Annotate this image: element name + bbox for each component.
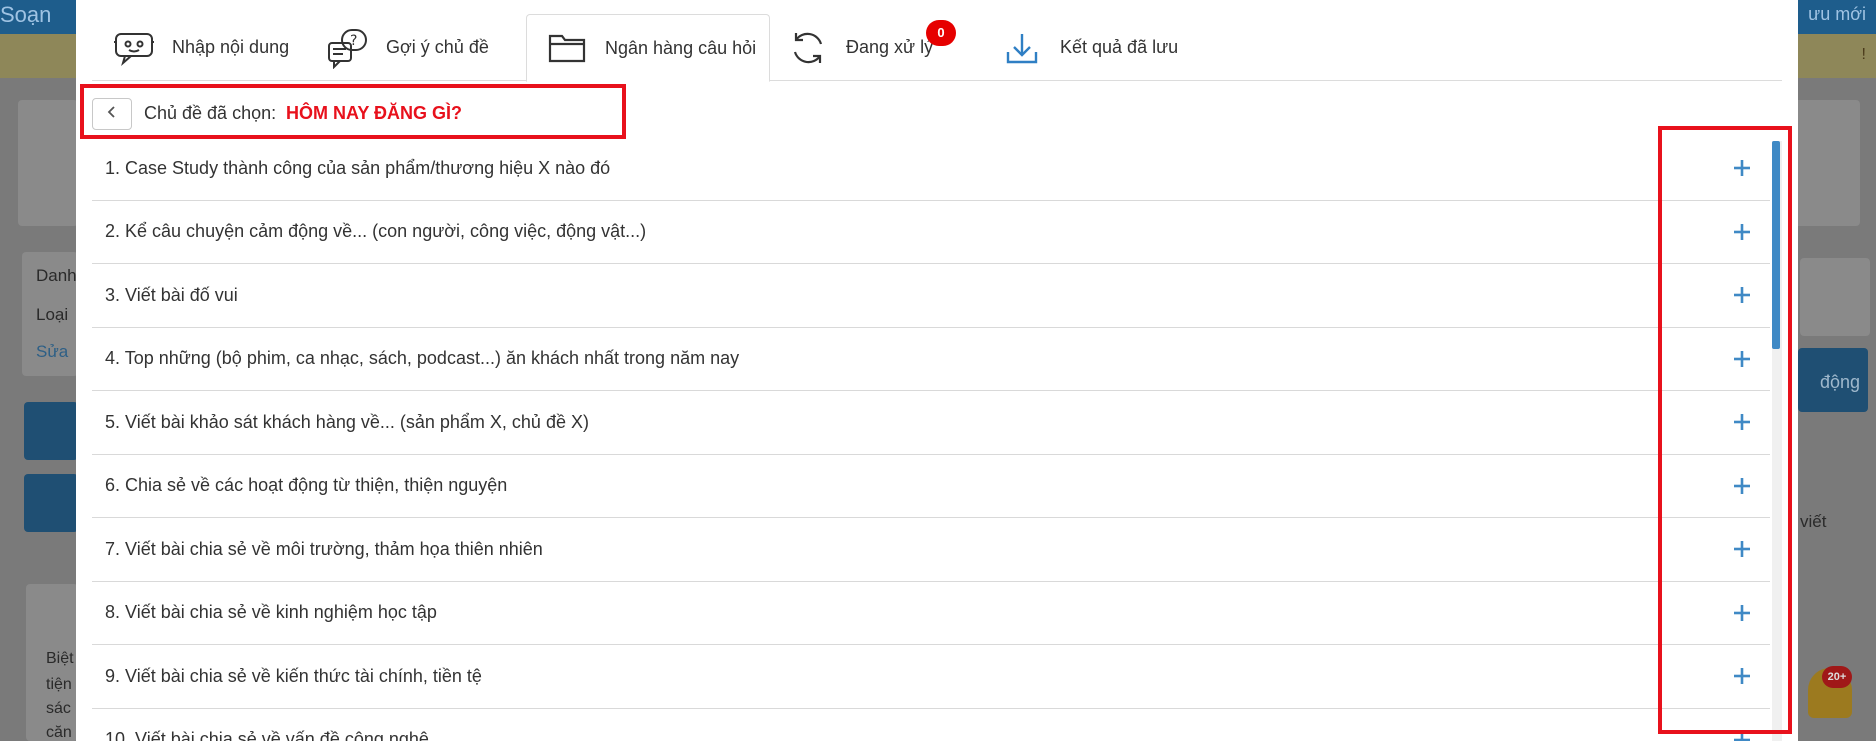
question-item[interactable]: 4. Top những (bộ phim, ca nhạc, sách, po…: [92, 328, 1770, 391]
add-question-button[interactable]: [1728, 599, 1756, 627]
question-text: 3. Viết bài đố vui: [105, 284, 238, 305]
add-question-button[interactable]: [1728, 408, 1756, 436]
question-item[interactable]: 2. Kể câu chuyện cảm động về... (con ngư…: [92, 201, 1770, 264]
download-icon: [1000, 26, 1044, 70]
background-right-text: viết: [1800, 512, 1827, 531]
plus-icon: [1734, 223, 1750, 240]
plus-icon: [1734, 541, 1750, 558]
tab-label: Đang xử lý: [846, 37, 934, 57]
background-notice-text: !: [1861, 46, 1866, 63]
tab-ket-qua-da-luu[interactable]: Kết quả đã lưu: [1000, 14, 1178, 81]
background-action-button: động: [1798, 348, 1868, 412]
question-item[interactable]: 8. Viết bài chia sẻ về kinh nghiệm học t…: [92, 582, 1770, 645]
question-item[interactable]: 3. Viết bài đố vui: [92, 264, 1770, 328]
background-text-line: căn: [46, 724, 72, 741]
question-item[interactable]: 6. Chia sẻ về các hoạt động từ thiện, th…: [92, 455, 1770, 518]
tab-nhap-noi-dung[interactable]: Nhập nội dung: [112, 14, 289, 81]
background-text-line: sác: [46, 700, 71, 717]
add-question-button[interactable]: [1728, 154, 1756, 182]
background-card: [1800, 258, 1870, 336]
question-text: 7. Viết bài chia sẻ về môi trường, thảm …: [105, 538, 543, 559]
add-question-button[interactable]: [1728, 472, 1756, 500]
question-text: 9. Viết bài chia sẻ về kiến thức tài chí…: [105, 665, 482, 686]
plus-icon: [1734, 477, 1750, 494]
tab-bar: Nhập nội dung ? Gợi ý chủ đề Ngân hàng c…: [92, 0, 1782, 82]
question-bank-modal: Nhập nội dung ? Gợi ý chủ đề Ngân hàng c…: [76, 0, 1798, 741]
scrollbar-thumb[interactable]: [1772, 141, 1780, 349]
background-topbar-link: ưu mới: [1808, 4, 1866, 24]
tab-label: Gợi ý chủ đề: [386, 37, 489, 57]
question-text: 4. Top những (bộ phim, ca nhạc, sách, po…: [105, 348, 740, 369]
plus-icon: [1734, 731, 1750, 741]
selected-topic-value: HÔM NAY ĐĂNG GÌ?: [286, 103, 463, 123]
question-item[interactable]: 10. Viết bài chia sẻ về vấn đề công nghệ: [92, 709, 1770, 741]
background-button: [24, 402, 78, 460]
back-button[interactable]: [92, 98, 132, 130]
question-item[interactable]: 1. Case Study thành công của sản phẩm/th…: [92, 137, 1770, 201]
question-text: 10. Viết bài chia sẻ về vấn đề công nghệ: [105, 729, 429, 741]
plus-icon: [1734, 604, 1750, 621]
tab-goi-y-chu-de[interactable]: ? Gợi ý chủ đề: [326, 14, 489, 81]
plus-icon: [1734, 287, 1750, 304]
folder-icon: [545, 26, 589, 70]
chat-bot-icon: [112, 26, 156, 70]
notification-badge: 20+: [1822, 666, 1852, 688]
processing-count-badge: 0: [926, 20, 956, 46]
question-item[interactable]: 9. Viết bài chia sẻ về kiến thức tài chí…: [92, 645, 1770, 709]
add-question-button[interactable]: [1728, 345, 1756, 373]
background-text-line: tiện: [46, 676, 72, 693]
background-card: [1790, 100, 1860, 226]
selected-topic-label: Chủ đề đã chọn:: [144, 103, 277, 123]
question-text: 1. Case Study thành công của sản phẩm/th…: [105, 157, 611, 178]
tab-label: Nhập nội dung: [172, 37, 290, 57]
question-text: 6. Chia sẻ về các hoạt động từ thiện, th…: [105, 475, 508, 496]
background-app-title: Soạn: [0, 2, 52, 27]
tab-dang-xu-ly[interactable]: Đang xử lý: [786, 14, 933, 81]
add-question-button[interactable]: [1728, 535, 1756, 563]
sync-icon: [786, 26, 830, 70]
question-text: 5. Viết bài khảo sát khách hàng về... (s…: [105, 411, 589, 432]
tab-ngan-hang-cau-hoi[interactable]: Ngân hàng câu hỏi: [526, 14, 770, 82]
add-question-button[interactable]: [1728, 218, 1756, 246]
background-card: [18, 100, 78, 226]
add-question-button[interactable]: [1728, 662, 1756, 690]
plus-icon: [1734, 160, 1750, 177]
plus-icon: [1734, 668, 1750, 685]
question-text: 8. Viết bài chia sẻ về kinh nghiệm học t…: [105, 602, 437, 623]
add-question-button[interactable]: [1728, 281, 1756, 309]
question-item[interactable]: 7. Viết bài chia sẻ về môi trường, thảm …: [92, 518, 1770, 582]
background-button: [24, 474, 78, 532]
plus-icon: [1734, 350, 1750, 367]
background-side-label: Loại: [36, 305, 69, 324]
tab-label: Kết quả đã lưu: [1060, 37, 1179, 57]
tab-label: Ngân hàng câu hỏi: [605, 37, 757, 58]
background-side-link: Sửa: [36, 342, 69, 361]
background-side-label: Danh: [36, 266, 77, 285]
question-text: 2. Kể câu chuyện cảm động về... (con ngư…: [105, 221, 647, 242]
plus-icon: [1734, 414, 1750, 431]
background-text-line: Biệt: [46, 650, 74, 667]
chevron-left-icon: [106, 105, 118, 124]
add-question-button[interactable]: [1728, 726, 1756, 741]
question-item[interactable]: 5. Viết bài khảo sát khách hàng về... (s…: [92, 391, 1770, 455]
question-bubble-icon: ?: [326, 26, 370, 70]
question-list: 1. Case Study thành công của sản phẩm/th…: [92, 137, 1770, 741]
